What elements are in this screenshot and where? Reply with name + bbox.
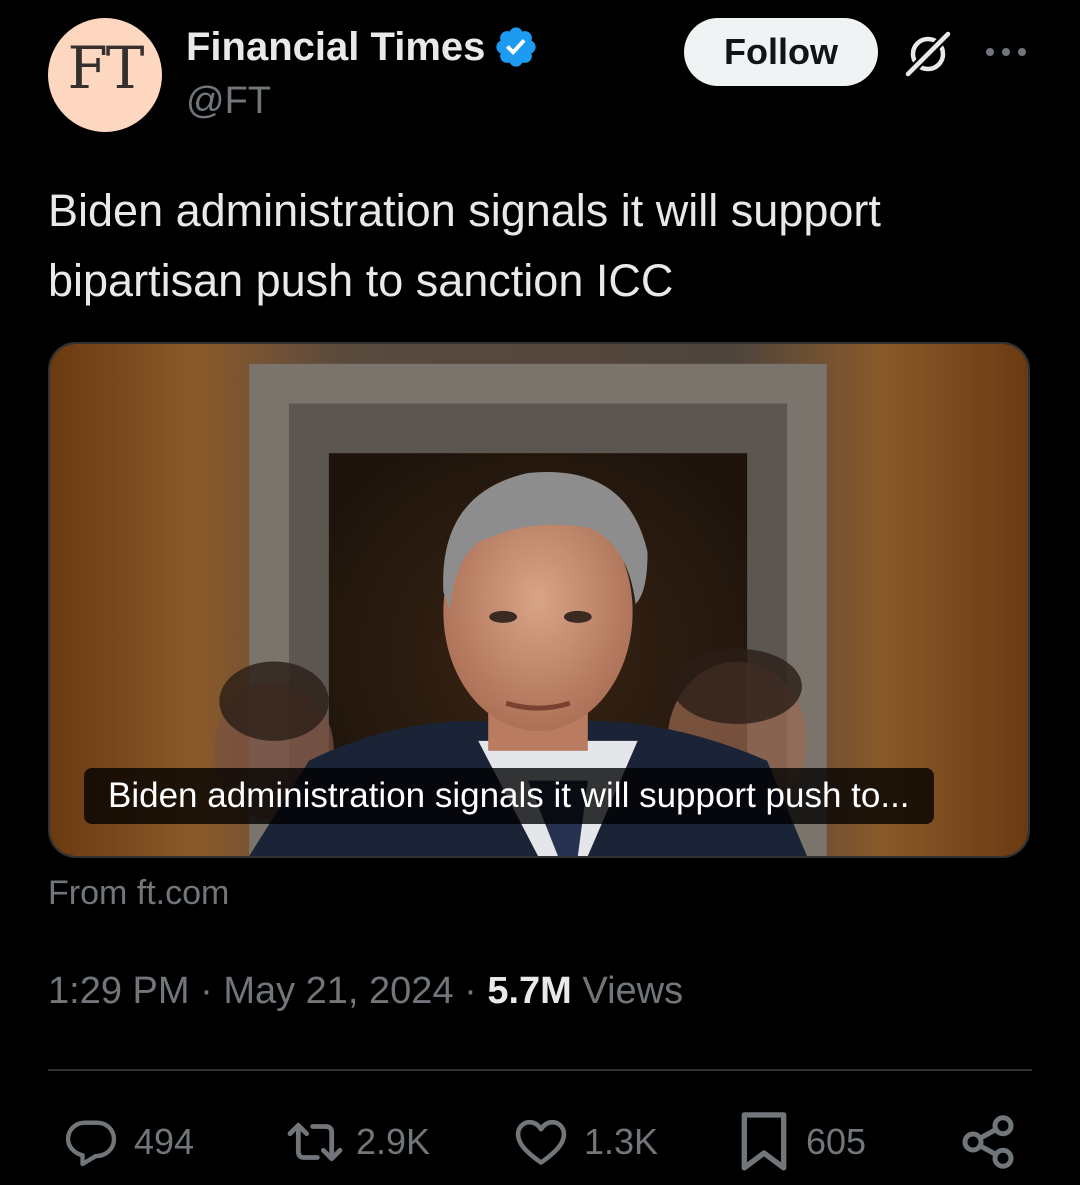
- tweet-text: Biden administration signals it will sup…: [48, 185, 881, 306]
- views-label: Views: [582, 970, 684, 1012]
- repost-count: 2.9K: [356, 1121, 431, 1162]
- share-button[interactable]: [958, 1110, 1018, 1174]
- share-icon: [962, 1115, 1014, 1169]
- heart-icon: [515, 1119, 567, 1165]
- verified-badge-icon: [496, 27, 537, 67]
- author-display-name[interactable]: Financial Times: [186, 25, 485, 70]
- follow-button[interactable]: Follow: [684, 18, 878, 86]
- divider: [48, 1069, 1032, 1071]
- meta-separator: ·: [200, 970, 213, 1012]
- reply-count: 494: [134, 1121, 195, 1162]
- repost-button[interactable]: 2.9K: [284, 1110, 430, 1174]
- like-count: 1.3K: [584, 1121, 659, 1162]
- more-icon[interactable]: [984, 42, 1028, 62]
- repost-icon: [287, 1122, 343, 1162]
- avatar-initials: FT: [67, 34, 145, 102]
- grok-icon[interactable]: [900, 26, 956, 82]
- tweet-meta: 1:29 PM · May 21, 2024 · 5.7M Views: [48, 970, 683, 1013]
- avatar[interactable]: FT: [48, 18, 162, 132]
- author-name-row[interactable]: Financial Times: [186, 24, 539, 70]
- bookmark-count: 605: [806, 1121, 867, 1162]
- like-button[interactable]: 1.3K: [512, 1110, 658, 1174]
- link-card[interactable]: Biden administration signals it will sup…: [48, 342, 1030, 858]
- bookmark-button[interactable]: 605: [736, 1110, 866, 1174]
- card-caption: Biden administration signals it will sup…: [84, 768, 934, 824]
- card-source-link[interactable]: From ft.com: [48, 874, 229, 913]
- tweet-date[interactable]: May 21, 2024: [223, 970, 453, 1012]
- tweet-time[interactable]: 1:29 PM: [48, 970, 190, 1012]
- bookmark-icon: [741, 1112, 787, 1171]
- reply-button[interactable]: 494: [62, 1110, 194, 1174]
- views-count: 5.7M: [487, 970, 572, 1012]
- author-handle[interactable]: @FT: [186, 80, 271, 123]
- meta-separator: ·: [464, 970, 477, 1012]
- reply-icon: [65, 1120, 117, 1167]
